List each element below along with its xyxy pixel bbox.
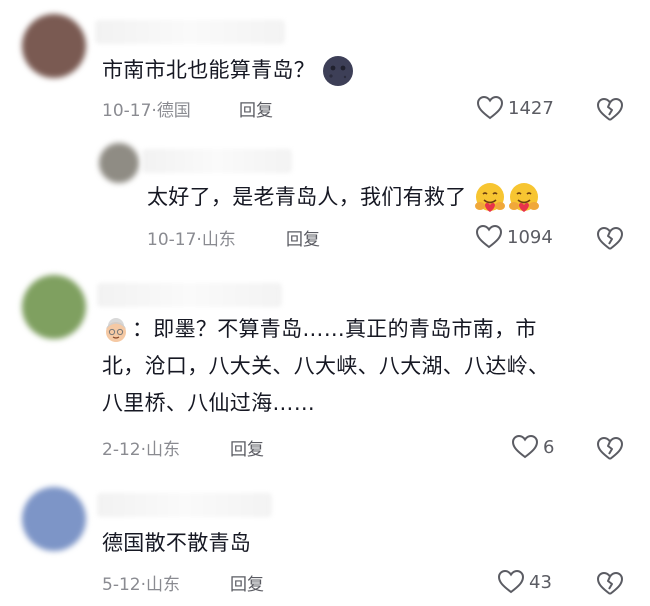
like-button[interactable]: 1094 <box>475 224 553 250</box>
old-woman-emoji <box>106 318 126 342</box>
avatar[interactable] <box>99 143 139 183</box>
comment-location: 山东 <box>146 575 180 595</box>
heart-icon <box>497 569 525 594</box>
comment-text: 市南市北也能算青岛？ <box>102 52 354 89</box>
like-button[interactable]: 6 <box>511 434 554 460</box>
broken-heart-icon[interactable] <box>596 571 624 597</box>
broken-heart-icon[interactable] <box>596 436 624 462</box>
comment-meta: 10-17·山东 <box>147 225 236 250</box>
heart-icon <box>475 224 503 249</box>
avatar[interactable] <box>22 14 86 78</box>
like-count: 1427 <box>508 97 554 119</box>
comment-text: 德国散不散青岛 <box>102 525 251 562</box>
comment-location: 山东 <box>146 440 180 460</box>
comment-item: 市南市北也能算青岛？ 10-17·德国 回复 1427 <box>0 0 650 135</box>
comment-meta: 5-12·山东 <box>102 570 180 595</box>
username[interactable] <box>97 283 282 307</box>
comment-location: 山东 <box>201 230 236 250</box>
like-button[interactable]: 43 <box>497 569 552 595</box>
comment-text-content: 太好了，是老青岛人，我们有救了 <box>147 185 467 209</box>
broken-heart-icon[interactable] <box>596 97 624 123</box>
comment-item: ：即墨？不算青岛……真正的青岛市南，市 北，沧口，八大关、八大峡、八大湖、八达岭… <box>0 265 650 475</box>
reply-button[interactable]: 回复 <box>230 435 264 460</box>
comment-text-content: 德国散不散青岛 <box>102 531 252 555</box>
heart-icon <box>511 434 539 459</box>
like-count: 43 <box>529 571 552 593</box>
comment-item: 德国散不散青岛 5-12·山东 回复 43 <box>0 475 650 606</box>
like-count: 1094 <box>507 226 553 248</box>
like-button[interactable]: 1427 <box>476 95 554 121</box>
reply-button[interactable]: 回复 <box>239 96 273 121</box>
username[interactable] <box>142 149 292 173</box>
hugging-face-emoji <box>475 183 506 212</box>
username[interactable] <box>97 493 272 517</box>
comment-date: 10-17 <box>147 230 197 250</box>
comment-item: 太好了，是老青岛人，我们有救了 10-17·山东 回复 1094 <box>0 135 650 265</box>
heart-icon <box>476 95 504 120</box>
comment-text-content: 市南市北也能算青岛？ <box>102 58 315 82</box>
comment-location: 德国 <box>156 101 191 121</box>
username[interactable] <box>95 20 285 44</box>
reply-button[interactable]: 回复 <box>230 570 264 595</box>
avatar[interactable] <box>22 487 86 551</box>
comment-line: 八里桥、八仙过海…… <box>102 391 315 415</box>
broken-heart-icon[interactable] <box>596 226 624 252</box>
reply-button[interactable]: 回复 <box>286 225 320 250</box>
comment-text: 太好了，是老青岛人，我们有救了 <box>147 179 541 216</box>
comment-line: 北，沧口，八大关、八大峡、八大湖、八达岭、 <box>102 354 550 378</box>
like-count: 6 <box>543 436 555 458</box>
comment-text-line: ：即墨？不算青岛……真正的青岛市南，市 <box>132 317 537 341</box>
new-moon-face-emoji <box>322 56 353 86</box>
comment-date: 2-12 <box>102 440 141 460</box>
comment-date: 10-17 <box>102 101 152 121</box>
comment-meta: 10-17·德国 <box>102 96 191 121</box>
comment-line: ：即墨？不算青岛……真正的青岛市南，市 <box>102 311 642 348</box>
hugging-face-emoji <box>509 183 540 212</box>
comment-date: 5-12 <box>102 575 141 595</box>
comment-meta: 2-12·山东 <box>102 435 180 460</box>
comment-text: ：即墨？不算青岛……真正的青岛市南，市 北，沧口，八大关、八大峡、八大湖、八达岭… <box>102 311 642 422</box>
avatar[interactable] <box>22 275 86 339</box>
